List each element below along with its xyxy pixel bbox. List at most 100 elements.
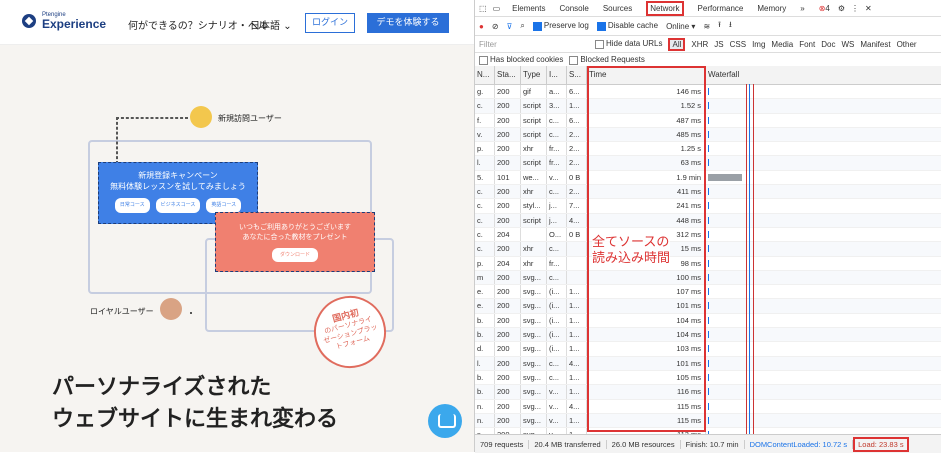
wifi-icon[interactable]: ≋ xyxy=(703,22,710,31)
demo-button[interactable]: デモを体験する xyxy=(367,13,449,33)
download-button[interactable]: ダウンロード xyxy=(271,248,318,262)
cell-status: 200 xyxy=(495,342,521,356)
table-row[interactable]: b. 200 svg... c... 1... 105 ms xyxy=(475,370,941,386)
cell-status: 200 xyxy=(495,213,521,227)
col-size[interactable]: S... xyxy=(567,66,587,84)
cell-size: 6... xyxy=(567,85,587,99)
filter-type-ws[interactable]: WS xyxy=(841,40,854,49)
table-row[interactable]: b. 200 svg... (i... 1... 104 ms xyxy=(475,313,941,329)
cell-name: v. xyxy=(475,127,495,142)
table-row[interactable]: e. 200 svg... (i... 1... 107 ms xyxy=(475,285,941,300)
network-toolbar: ● ⊘ ⊽ ⌕ Preserve log Disable cache Onlin… xyxy=(475,17,941,36)
col-waterfall[interactable]: Waterfall xyxy=(706,66,941,84)
table-row[interactable]: l. 200 svg... c... 4... 101 ms xyxy=(475,356,941,371)
cell-waterfall xyxy=(706,171,941,184)
filter-type-font[interactable]: Font xyxy=(799,40,815,49)
table-row[interactable]: e. 200 svg... (i... 1... 101 ms xyxy=(475,299,941,314)
chip-daily[interactable]: 日常コース xyxy=(114,198,150,213)
table-row[interactable]: v. 200 script c... 2... 485 ms xyxy=(475,127,941,143)
tab-sources[interactable]: Sources xyxy=(603,4,632,13)
blocked-requests-checkbox[interactable]: Blocked Requests xyxy=(569,55,645,65)
disable-cache-checkbox[interactable]: Disable cache xyxy=(596,21,658,31)
import-icon[interactable]: ⭱ xyxy=(718,19,721,33)
table-row[interactable]: c. 200 script j... 4... 448 ms xyxy=(475,213,941,228)
cell-type: svg... xyxy=(521,385,547,399)
nav-links[interactable]: 何ができるの？シナリオ・ヘル xyxy=(128,17,268,32)
preserve-log-checkbox[interactable]: Preserve log xyxy=(532,21,589,31)
waterfall-bar xyxy=(708,116,709,124)
cell-type: svg... xyxy=(521,413,547,428)
filter-type-img[interactable]: Img xyxy=(752,40,765,49)
language-select[interactable]: 日本語 ⌄ xyxy=(250,17,292,32)
close-icon[interactable]: ✕ xyxy=(865,4,872,13)
has-blocked-cookies-label: Has blocked cookies xyxy=(490,55,564,65)
kebab-icon[interactable]: ⋮ xyxy=(851,4,859,13)
table-row[interactable]: f. 200 script c... 6... 487 ms xyxy=(475,113,941,128)
table-row[interactable]: c. 204 O... 0 B 312 ms xyxy=(475,227,941,243)
gear-icon[interactable]: ⚙ xyxy=(838,4,845,13)
table-row[interactable]: p. 200 xhr fr... 2... 1.25 s xyxy=(475,142,941,157)
table-row[interactable]: d. 200 svg... (i... 1... 103 ms xyxy=(475,342,941,357)
filter-type-other[interactable]: Other xyxy=(897,40,917,49)
cell-name: l. xyxy=(475,356,495,370)
table-row[interactable]: c. 200 styl... j... 7... 241 ms xyxy=(475,199,941,214)
table-row[interactable]: 5. 101 we... v... 0 B 1.9 min xyxy=(475,170,941,186)
tab-more[interactable]: » xyxy=(800,4,804,13)
clear-icon[interactable]: ⊘ xyxy=(492,22,499,31)
table-row[interactable]: l. 200 script fr... 2... 63 ms xyxy=(475,156,941,171)
filter-icon[interactable]: ⊽ xyxy=(507,22,513,31)
table-row[interactable]: g. 200 gif a... 6... 146 ms xyxy=(475,85,941,100)
table-row[interactable]: m 200 svg... c... 100 ms xyxy=(475,270,941,286)
login-button[interactable]: ログイン xyxy=(305,13,355,33)
table-row[interactable]: c. 200 script 3... 1... 1.52 s xyxy=(475,99,941,114)
error-icon[interactable]: ⊗ xyxy=(819,4,826,13)
inspect-icon[interactable]: ⬚ xyxy=(479,4,487,13)
chip-english[interactable]: 英語コース xyxy=(206,198,242,213)
col-initiator[interactable]: I... xyxy=(547,66,567,84)
filter-type-css[interactable]: CSS xyxy=(730,40,746,49)
filter-type-media[interactable]: Media xyxy=(771,40,793,49)
logo-icon xyxy=(22,14,36,28)
col-status[interactable]: Sta... xyxy=(495,66,521,84)
throttle-select[interactable]: Online ▾ xyxy=(666,22,695,31)
waterfall-bar xyxy=(708,202,709,210)
export-icon[interactable]: ⭳ xyxy=(729,19,732,33)
hide-data-urls-checkbox[interactable]: Hide data URLs xyxy=(595,39,662,49)
site-logo[interactable]: Ptengine Experience xyxy=(22,12,106,30)
table-row[interactable]: n. 200 svg... v... 1... 115 ms xyxy=(475,413,941,429)
cell-waterfall xyxy=(706,228,941,241)
table-row[interactable]: c. 200 xhr c... 15 ms xyxy=(475,242,941,257)
tab-elements[interactable]: Elements xyxy=(512,4,545,13)
cell-size: 4... xyxy=(567,213,587,227)
table-row[interactable]: b. 200 svg... (i... 1... 104 ms xyxy=(475,328,941,343)
search-icon[interactable]: ⌕ xyxy=(520,21,524,31)
filter-type-js[interactable]: JS xyxy=(714,40,723,49)
col-type[interactable]: Type xyxy=(521,66,547,84)
cell-size: 1... xyxy=(567,285,587,299)
cell-name: b. xyxy=(475,313,495,328)
filter-type-all[interactable]: All xyxy=(668,37,686,51)
filter-type-xhr[interactable]: XHR xyxy=(691,40,708,49)
table-row[interactable]: p. 204 xhr fr... 98 ms xyxy=(475,256,941,271)
device-icon[interactable]: ▭ xyxy=(493,4,501,13)
site-header: Ptengine Experience 何ができるの？シナリオ・ヘル 日本語 ⌄… xyxy=(0,0,474,45)
filter-type-manifest[interactable]: Manifest xyxy=(860,40,890,49)
chip-business[interactable]: ビジネスコース xyxy=(155,198,201,213)
tab-network[interactable]: Network xyxy=(646,0,684,16)
filter-type-doc[interactable]: Doc xyxy=(821,40,835,49)
status-requests: 709 requests xyxy=(475,439,530,449)
tab-memory[interactable]: Memory xyxy=(757,4,786,13)
chat-icon[interactable] xyxy=(428,404,462,438)
tab-console[interactable]: Console xyxy=(559,4,588,13)
table-row[interactable]: c. 200 xhr c... 2... 411 ms xyxy=(475,185,941,200)
has-blocked-cookies-checkbox[interactable]: Has blocked cookies xyxy=(479,55,564,65)
cell-waterfall xyxy=(706,285,941,298)
record-icon[interactable]: ● xyxy=(479,22,484,31)
tab-performance[interactable]: Performance xyxy=(698,4,744,13)
table-row[interactable]: n. 200 svg... v... 4... 115 ms xyxy=(475,399,941,414)
filter-input[interactable]: Filter xyxy=(479,40,589,49)
cell-init: (i... xyxy=(547,313,567,328)
col-name[interactable]: N... xyxy=(475,66,495,84)
table-row[interactable]: b. 200 svg... v... 1... 116 ms xyxy=(475,385,941,400)
waterfall-bar xyxy=(708,302,709,310)
